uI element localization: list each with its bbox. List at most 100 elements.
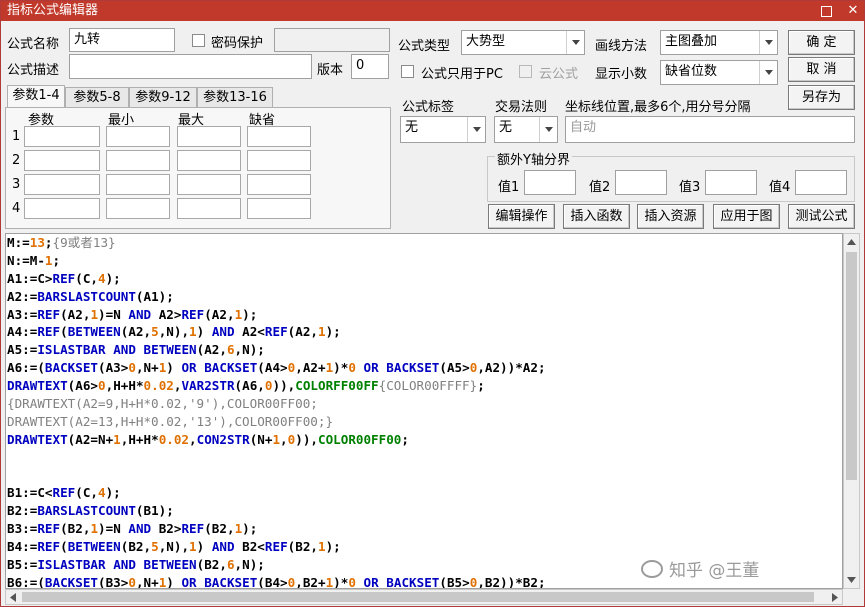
cancel-button[interactable]: 取 消 bbox=[788, 57, 855, 82]
ok-button[interactable]: 确 定 bbox=[788, 30, 855, 55]
code-line: A4:=REF(BETWEEN(A2,5,N),1) AND A2<REF(A2… bbox=[7, 324, 341, 340]
param-1-name-input[interactable] bbox=[24, 126, 100, 147]
param-row-number: 4 bbox=[12, 201, 21, 216]
chevron-down-icon bbox=[566, 31, 584, 54]
coord-line-input[interactable]: 自动 bbox=[565, 116, 855, 143]
tab-params-9-12[interactable]: 参数9-12 bbox=[129, 87, 197, 107]
param-3-max-input[interactable] bbox=[177, 174, 241, 195]
scroll-left-icon[interactable] bbox=[6, 590, 20, 604]
draw-method-select[interactable]: 主图叠加 bbox=[660, 30, 778, 55]
tab-params-13-16[interactable]: 参数13-16 bbox=[197, 87, 273, 107]
code-line: N:=M-1; bbox=[7, 252, 61, 268]
y-value-4-input[interactable] bbox=[795, 170, 847, 195]
code-line: B3:=REF(B2,1)=N AND B2>REF(B2,1); bbox=[7, 521, 258, 537]
coord-line-label: 坐标线位置,最多6个,用分号分隔 bbox=[565, 100, 751, 115]
code-line: A6:=(BACKSET(A3>0,N+1) OR BACKSET(A4>0,A… bbox=[7, 360, 546, 376]
scroll-down-icon[interactable] bbox=[844, 572, 859, 588]
decimals-value: 缺省位数 bbox=[665, 64, 718, 79]
edit-operations-button[interactable]: 编辑操作 bbox=[488, 204, 555, 229]
param-4-name-input[interactable] bbox=[24, 198, 100, 219]
version-label: 版本 bbox=[317, 63, 344, 78]
y-value-3-label: 值3 bbox=[679, 180, 701, 195]
param-2-name-input[interactable] bbox=[24, 150, 100, 171]
test-formula-button[interactable]: 测试公式 bbox=[788, 204, 855, 229]
params-panel: 参数 最小 最大 缺省 1 2 3 4 bbox=[5, 107, 391, 229]
scroll-up-icon[interactable] bbox=[844, 234, 859, 250]
param-2-max-input[interactable] bbox=[177, 150, 241, 171]
extra-y-axis-label: 额外Y轴分界 bbox=[495, 149, 572, 168]
y-value-1-label: 值1 bbox=[498, 180, 520, 195]
draw-method-value: 主图叠加 bbox=[665, 34, 718, 49]
chevron-down-icon bbox=[759, 61, 777, 84]
y-value-3-input[interactable] bbox=[705, 170, 757, 195]
chevron-down-icon bbox=[467, 117, 485, 142]
param-4-default-input[interactable] bbox=[247, 198, 311, 219]
formula-name-input[interactable]: 九转 bbox=[69, 28, 175, 52]
chevron-down-icon bbox=[759, 31, 777, 54]
code-line: A3:=REF(A2,1)=N AND A2>REF(A2,1); bbox=[7, 306, 258, 322]
param-3-name-input[interactable] bbox=[24, 174, 100, 195]
draw-method-label: 画线方法 bbox=[595, 39, 648, 54]
vertical-scroll-thumb[interactable] bbox=[846, 252, 857, 480]
code-lines: M:=13;{9或者13} N:=M-1; A1:=C>REF(C,4); A2:=B… bbox=[6, 234, 842, 588]
insert-resource-button[interactable]: 插入资源 bbox=[637, 204, 704, 229]
formula-desc-label: 公式描述 bbox=[7, 63, 60, 78]
param-3-default-input[interactable] bbox=[247, 174, 311, 195]
param-4-min-input[interactable] bbox=[106, 198, 170, 219]
version-input[interactable]: 0 bbox=[351, 54, 389, 79]
param-1-max-input[interactable] bbox=[177, 126, 241, 147]
pc-only-checkbox[interactable] bbox=[401, 65, 414, 78]
param-row-number: 2 bbox=[12, 153, 21, 168]
tab-params-1-4[interactable]: 参数1-4 bbox=[7, 85, 65, 108]
y-value-2-label: 值2 bbox=[589, 180, 611, 195]
cloud-formula-checkbox bbox=[519, 65, 532, 78]
code-line: A5:=ISLASTBAR AND BETWEEN(A2,6,N); bbox=[7, 342, 265, 358]
code-line: B4:=REF(BETWEEN(B2,5,N),1) AND B2<REF(B2… bbox=[7, 539, 341, 555]
code-line: DRAWTEXT(A6>0,H+H*0.02,VAR2STR(A6,0)),CO… bbox=[7, 378, 485, 394]
code-line: {DRAWTEXT(A2=9,H+H*0.02,'9'),COLOR00FF00… bbox=[7, 396, 318, 412]
param-1-default-input[interactable] bbox=[247, 126, 311, 147]
formula-desc-input[interactable] bbox=[69, 54, 312, 79]
formula-tag-select[interactable]: 无 bbox=[400, 116, 486, 143]
insert-function-button[interactable]: 插入函数 bbox=[563, 204, 630, 229]
scroll-right-icon[interactable] bbox=[828, 590, 842, 604]
param-3-min-input[interactable] bbox=[106, 174, 170, 195]
param-row-number: 3 bbox=[12, 177, 21, 192]
title-bar[interactable]: 指标公式编辑器 ✕ bbox=[1, 1, 864, 21]
maximize-icon[interactable] bbox=[821, 5, 832, 17]
code-line: A2:=BARSLASTCOUNT(A1); bbox=[7, 288, 174, 304]
param-2-min-input[interactable] bbox=[106, 150, 170, 171]
formula-name-label: 公式名称 bbox=[7, 37, 60, 52]
save-as-button[interactable]: 另存为 bbox=[788, 85, 855, 110]
y-value-1-input[interactable] bbox=[524, 170, 576, 195]
code-line: DRAWTEXT(A2=13,H+H*0.02,'13'),COLOR00FF0… bbox=[7, 413, 334, 429]
watermark-text: 知乎 @王董 bbox=[669, 561, 760, 581]
close-icon[interactable]: ✕ bbox=[846, 4, 860, 18]
tab-params-5-8[interactable]: 参数5-8 bbox=[65, 87, 129, 107]
trade-rule-value: 无 bbox=[499, 120, 513, 135]
param-4-max-input[interactable] bbox=[177, 198, 241, 219]
formula-type-select[interactable]: 大势型 bbox=[461, 30, 585, 55]
code-line: DRAWTEXT(A2=N+1,H+H*0.02,CON2STR(N+1,0))… bbox=[7, 431, 409, 447]
param-2-default-input[interactable] bbox=[247, 150, 311, 171]
formula-editor-window: 指标公式编辑器 ✕ 公式名称 九转 密码保护 公式类型 大势型 画线方法 主图叠… bbox=[0, 0, 865, 607]
trade-rule-select[interactable]: 无 bbox=[494, 116, 558, 143]
password-input bbox=[274, 28, 390, 52]
decimals-select[interactable]: 缺省位数 bbox=[660, 60, 778, 85]
decimals-label: 显示小数 bbox=[595, 67, 648, 82]
code-editor[interactable]: M:=13;{9或者13} N:=M-1; A1:=C>REF(C,4); A2:=B… bbox=[5, 233, 843, 589]
wechat-icon bbox=[641, 559, 663, 578]
horizontal-scroll-thumb[interactable] bbox=[22, 592, 814, 602]
apply-to-chart-button[interactable]: 应用于图 bbox=[713, 204, 780, 229]
param-row-number: 1 bbox=[12, 129, 21, 144]
code-line: M:=13;{9或者13} bbox=[7, 235, 116, 250]
param-1-min-input[interactable] bbox=[106, 126, 170, 147]
horizontal-scrollbar[interactable] bbox=[5, 589, 843, 605]
vertical-scrollbar[interactable] bbox=[843, 233, 860, 589]
code-line: B2:=BARSLASTCOUNT(B1); bbox=[7, 503, 174, 519]
formula-tag-value: 无 bbox=[405, 120, 419, 135]
y-value-2-input[interactable] bbox=[615, 170, 667, 195]
window-title: 指标公式编辑器 bbox=[7, 3, 99, 18]
password-protect-checkbox[interactable] bbox=[192, 34, 205, 47]
